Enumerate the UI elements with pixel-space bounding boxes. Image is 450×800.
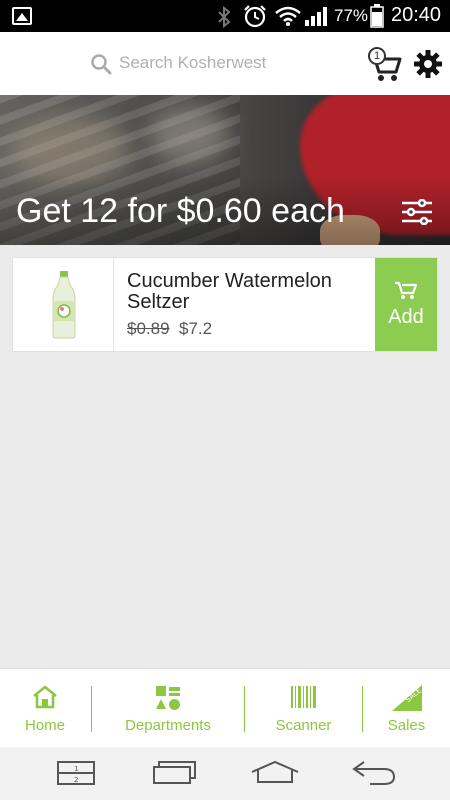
clock: 20:40: [391, 4, 442, 26]
cart-button[interactable]: 1: [364, 46, 402, 82]
battery-percent: 77%: [334, 6, 369, 25]
seltzer-bottle-image: [52, 271, 76, 339]
barcode-icon: [290, 686, 316, 708]
gallery-icon: [12, 7, 32, 25]
app-header: Search Kosherwest 1: [0, 32, 450, 95]
svg-text:2: 2: [74, 776, 78, 784]
back-icon[interactable]: [352, 760, 396, 786]
bottom-tab-bar: Home Departments Scanner SALE Sales: [0, 668, 450, 747]
tab-scanner[interactable]: Scanner: [245, 669, 362, 748]
svg-text:1: 1: [74, 765, 78, 773]
tab-home-label: Home: [24, 717, 65, 734]
tab-sales-label: Sales: [387, 717, 426, 734]
sale-tag-icon: SALE: [391, 685, 422, 711]
search-icon: [91, 54, 112, 75]
tab-scanner-label: Scanner: [275, 717, 332, 734]
battery-icon: [370, 4, 384, 28]
cart-count-badge: 1: [368, 47, 386, 65]
product-card[interactable]: Cucumber Watermelon Seltzer $0.89 $7.2 A…: [12, 257, 438, 352]
status-bar: 77% 20:40: [0, 0, 450, 32]
search-input[interactable]: Search Kosherwest: [90, 50, 340, 78]
promo-banner: Get 12 for $0.60 each: [0, 95, 450, 245]
product-old-price: $0.89: [127, 319, 170, 338]
dual-window-icon[interactable]: 1 2: [57, 761, 95, 785]
add-to-cart-button[interactable]: Add: [375, 258, 437, 351]
tab-departments-label: Departments: [125, 717, 211, 734]
recent-apps-icon[interactable]: [153, 761, 197, 785]
wifi-icon: [275, 6, 301, 26]
gear-icon: [414, 50, 442, 78]
home-nav-icon[interactable]: [250, 760, 300, 784]
departments-icon: [156, 686, 180, 710]
add-button-label: Add: [388, 306, 424, 328]
bluetooth-icon: [218, 6, 231, 28]
system-nav-bar: 1 2: [0, 747, 450, 800]
tab-sales[interactable]: SALE Sales: [363, 669, 450, 748]
filter-sliders-icon: [402, 198, 432, 226]
signal-icon: [305, 7, 327, 26]
home-icon: [33, 685, 57, 709]
banner-title: Get 12 for $0.60 each: [16, 192, 345, 230]
product-image: [13, 258, 114, 351]
tab-departments[interactable]: Departments: [92, 669, 244, 748]
product-name: Cucumber Watermelon Seltzer: [127, 270, 332, 313]
search-placeholder: Search Kosherwest: [119, 53, 267, 72]
settings-button[interactable]: [414, 50, 442, 78]
filter-button[interactable]: [400, 198, 434, 226]
alarm-icon: [244, 5, 266, 28]
product-new-price: $7.2: [179, 319, 213, 338]
tab-home[interactable]: Home: [0, 669, 90, 748]
cart-add-icon: [395, 281, 418, 299]
